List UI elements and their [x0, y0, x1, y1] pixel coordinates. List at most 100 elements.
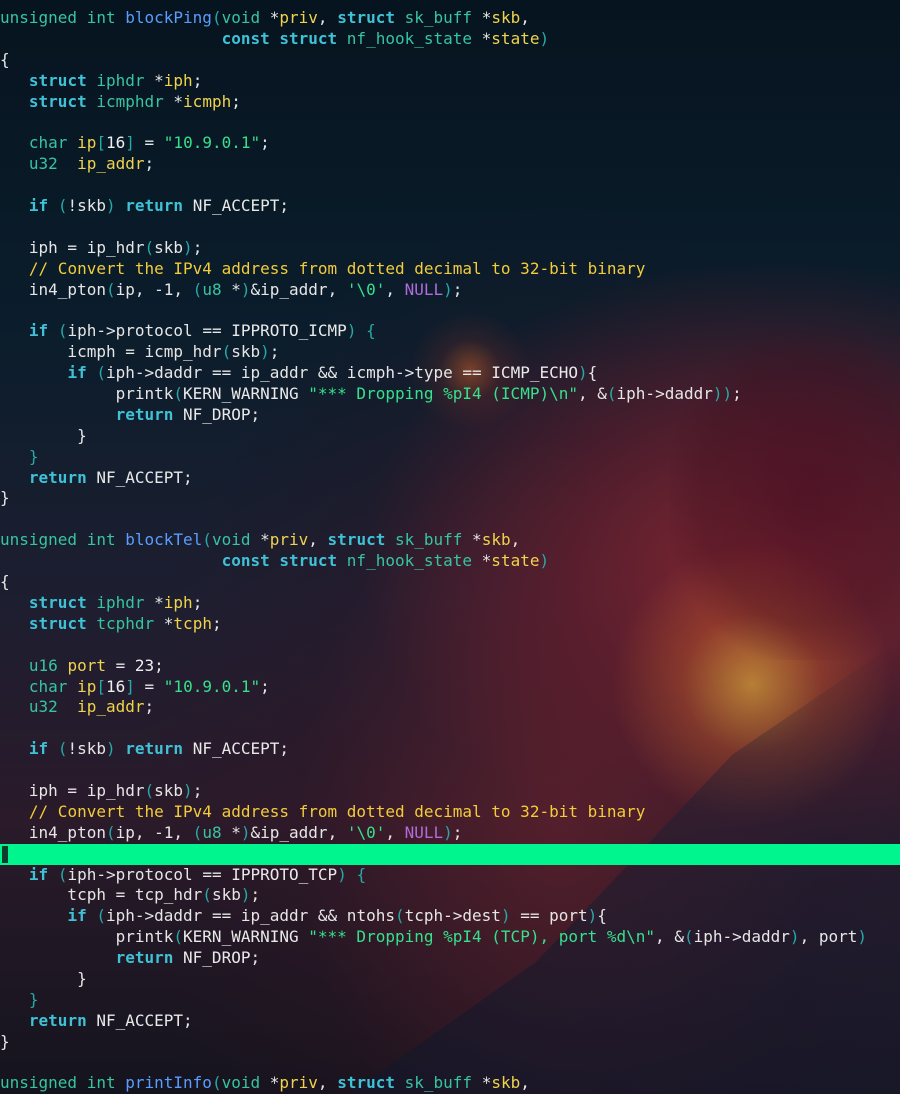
code-token: skb — [154, 237, 184, 257]
code-token: unsigned int — [0, 530, 126, 550]
code-token: char — [28, 133, 78, 153]
code-token: return — [115, 948, 184, 968]
code-line[interactable]: unsigned int blockPing(void *priv, struc… — [0, 8, 900, 29]
code-line[interactable]: char ip[16] = "10.9.0.1"; — [0, 677, 900, 698]
code-token: return — [28, 1010, 97, 1030]
code-line[interactable]: // Convert the IPv4 address from dotted … — [0, 802, 900, 823]
cursor-line[interactable] — [0, 843, 900, 865]
code-line[interactable]: } — [0, 990, 900, 1011]
code-token: ; — [192, 70, 203, 90]
code-line[interactable]: unsigned int blockTel(void *priv, struct… — [0, 530, 900, 551]
code-token: , — [520, 8, 530, 27]
code-line[interactable]: } — [0, 447, 900, 468]
code-line[interactable]: } — [0, 426, 900, 447]
code-token: ) — [578, 363, 588, 383]
code-token: ip, -1, — [115, 822, 193, 842]
code-line[interactable]: struct iphdr *iph; — [0, 71, 900, 92]
code-line[interactable] — [0, 1053, 900, 1074]
code-line[interactable]: unsigned int printInfo(void *priv, struc… — [0, 1073, 900, 1094]
code-line[interactable]: if (!skb) return NF_ACCEPT; — [0, 196, 900, 217]
code-token: ; — [192, 592, 203, 612]
code-token: icmphdr — [96, 91, 174, 111]
code-line[interactable]: iph = ip_hdr(skb); — [0, 781, 900, 802]
code-token: iph->daddr — [616, 384, 713, 404]
code-token: ; — [231, 91, 241, 111]
code-line[interactable]: tcph = tcp_hdr(skb); — [0, 885, 900, 906]
code-line[interactable]: return NF_DROP; — [0, 948, 900, 969]
code-token: icmph = icmp_hdr — [0, 342, 222, 362]
code-token: skb — [491, 8, 521, 27]
code-token: ) — [443, 279, 453, 299]
code-line[interactable]: icmph = icmp_hdr(skb); — [0, 342, 900, 363]
code-line[interactable]: } — [0, 1032, 900, 1053]
code-line[interactable]: const struct nf_hook_state *state) — [0, 29, 900, 50]
code-line[interactable]: // Convert the IPv4 address from dotted … — [0, 259, 900, 280]
code-token: ( — [105, 822, 116, 842]
code-token: u32 — [28, 154, 78, 174]
code-token: , — [317, 8, 338, 27]
code-line[interactable]: if (iph->daddr == ip_addr && ntohs(tcph-… — [0, 906, 900, 927]
code-line[interactable] — [0, 718, 900, 739]
code-line[interactable]: char ip[16] = "10.9.0.1"; — [0, 133, 900, 154]
code-line[interactable]: printk(KERN_WARNING "*** Dropping %pI4 (… — [0, 927, 900, 948]
code-line[interactable] — [0, 217, 900, 238]
code-token: skb — [231, 342, 261, 362]
code-line[interactable]: if (!skb) return NF_ACCEPT; — [0, 739, 900, 760]
code-line[interactable]: u16 port = 23; — [0, 656, 900, 677]
code-token: * — [269, 8, 280, 27]
code-line[interactable]: { — [0, 572, 900, 593]
code-token: struct — [28, 91, 97, 111]
code-token: ( — [192, 822, 203, 842]
code-line[interactable] — [0, 300, 900, 321]
code-line[interactable]: u32 ip_addr; — [0, 697, 900, 718]
terminal-editor-window[interactable]: unsigned int blockPing(void *priv, struc… — [0, 0, 900, 1094]
code-line[interactable]: { — [0, 50, 900, 71]
code-token: !skb — [67, 739, 106, 759]
code-line[interactable] — [0, 175, 900, 196]
code-token: * — [231, 279, 241, 299]
code-token: NF_DROP — [183, 948, 251, 968]
code-line[interactable] — [0, 635, 900, 656]
code-line[interactable]: in4_pton(ip, -1, (u8 *)&ip_addr, '\0', N… — [0, 280, 900, 301]
code-line[interactable]: } — [0, 969, 900, 990]
code-line[interactable]: if (iph->protocol == IPPROTO_ICMP) { — [0, 321, 900, 342]
code-token: * — [269, 1073, 280, 1093]
code-line[interactable] — [0, 760, 900, 781]
code-line[interactable]: printk(KERN_WARNING "*** Dropping %pI4 (… — [0, 384, 900, 405]
code-line[interactable]: u32 ip_addr; — [0, 154, 900, 175]
code-line[interactable] — [0, 509, 900, 530]
code-line[interactable]: struct iphdr *iph; — [0, 593, 900, 614]
code-line[interactable]: return NF_DROP; — [0, 405, 900, 426]
code-line[interactable]: if (iph->protocol == IPPROTO_TCP) { — [0, 865, 900, 886]
code-line[interactable]: in4_pton(ip, -1, (u8 *)&ip_addr, '\0', N… — [0, 823, 900, 844]
code-line[interactable]: iph = ip_hdr(skb); — [0, 238, 900, 259]
code-token: return — [115, 404, 184, 424]
code-line[interactable]: struct tcphdr *tcph; — [0, 614, 900, 635]
code-buffer[interactable]: unsigned int blockPing(void *priv, struc… — [0, 8, 900, 1094]
code-line[interactable]: const struct nf_hook_state *state) — [0, 551, 900, 572]
code-token: NF_DROP — [183, 404, 251, 424]
code-line[interactable] — [0, 112, 900, 133]
code-token: , — [317, 1073, 338, 1093]
code-token: u8 — [202, 822, 232, 842]
code-token: state — [491, 551, 540, 571]
code-line[interactable]: if (iph->daddr == ip_addr && icmph->type… — [0, 363, 900, 384]
code-token: if — [28, 321, 58, 341]
code-line[interactable]: return NF_ACCEPT; — [0, 468, 900, 489]
code-line[interactable]: } — [0, 488, 900, 509]
code-line[interactable]: return NF_ACCEPT; — [0, 1011, 900, 1032]
code-token: ip_addr — [77, 154, 145, 174]
code-token: ; — [211, 613, 222, 633]
code-line[interactable]: struct icmphdr *icmph; — [0, 92, 900, 113]
code-token: unsigned int — [0, 1073, 126, 1093]
